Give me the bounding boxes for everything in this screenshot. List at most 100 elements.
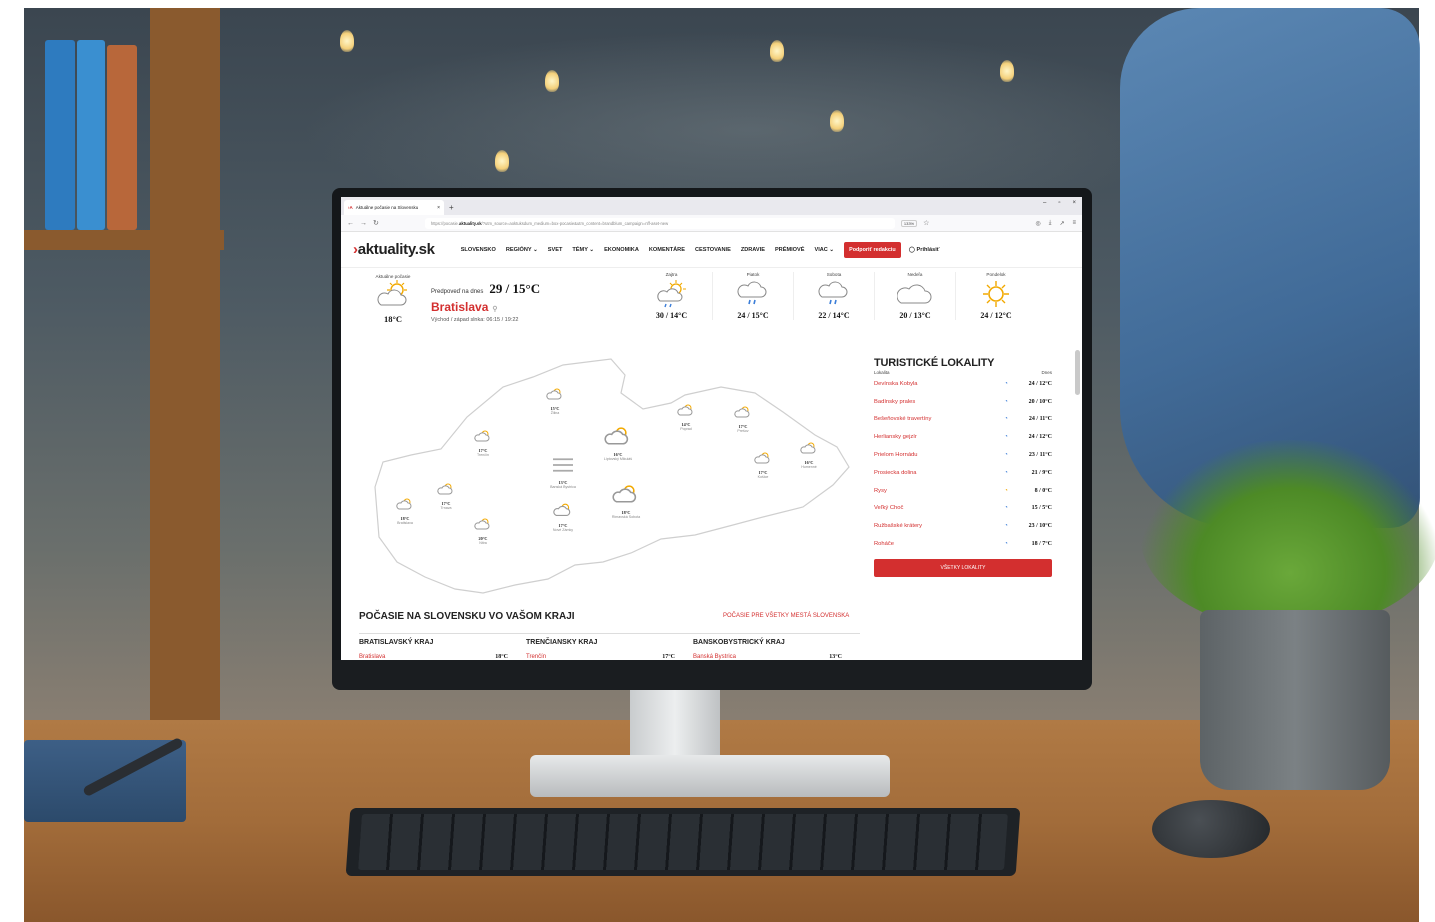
region-city[interactable]: Trenčín bbox=[526, 654, 546, 660]
map-city[interactable]: 18°C Rimavská Sobota bbox=[612, 483, 640, 519]
day-forecast[interactable]: Sobota 22 / 14°C bbox=[793, 272, 874, 320]
menu-item[interactable]: KOMENTÁRE bbox=[649, 247, 685, 253]
day-temp: 24 / 15°C bbox=[737, 311, 769, 320]
menu-item[interactable]: EKONOMIKA bbox=[604, 247, 639, 253]
zoom-level[interactable]: 133% bbox=[900, 219, 918, 227]
tourist-row[interactable]: Prosiecka dolina ◔ 21 / 9°C bbox=[874, 464, 1052, 482]
cloud-icon bbox=[897, 284, 932, 304]
tourist-row[interactable]: Herliansky gejzír ◔ 24 / 12°C bbox=[874, 428, 1052, 446]
map-city[interactable]: 14°C Poprad bbox=[677, 403, 695, 431]
city-name[interactable]: Bratislava bbox=[431, 300, 488, 314]
wooden-shelf-post bbox=[150, 8, 220, 728]
map-city[interactable]: 13°C Banská Bystrica bbox=[550, 455, 576, 489]
day-forecast[interactable]: Zajtra 30 / 14°C bbox=[631, 272, 712, 320]
rain-icon: ◔ bbox=[1004, 434, 1008, 441]
minimize-icon[interactable]: – bbox=[1043, 200, 1046, 206]
menu-item[interactable]: SLOVENSKO bbox=[461, 247, 496, 253]
tourist-row[interactable]: Ružbašské krátery ◔ 23 / 10°C bbox=[874, 517, 1052, 535]
monitor-chin bbox=[332, 660, 1092, 690]
all-locations-button[interactable]: VŠETKY LOKALITY bbox=[874, 558, 1052, 577]
sunrise-sunset: Východ / západ slnka: 06:15 / 19:22 bbox=[431, 317, 519, 323]
sun-cloud-icon bbox=[377, 280, 407, 306]
tourist-row[interactable]: Veľký Choč ◔ 15 / 5°C bbox=[874, 500, 1052, 518]
map-city[interactable]: 20°C Nitra bbox=[474, 517, 492, 545]
rain-icon: ◔ bbox=[1004, 380, 1008, 387]
menu-item[interactable]: SVET bbox=[548, 247, 563, 253]
map-city[interactable]: 18°C Bratislava bbox=[396, 497, 414, 525]
browser-tab[interactable]: ›A Aktuálne počasie na Slovensku × bbox=[344, 200, 444, 215]
url-prefix: https://pocasie. bbox=[430, 220, 460, 226]
menu-item[interactable]: PRÉMIOVÉ bbox=[775, 247, 805, 253]
location-pin-icon[interactable]: ⚲ bbox=[492, 306, 497, 313]
favicon-icon: ›A bbox=[348, 205, 353, 210]
map-city[interactable]: 17°C Trenčín bbox=[474, 429, 492, 457]
menu-item[interactable]: VIAC ⌄ bbox=[814, 247, 834, 253]
close-window-icon[interactable]: × bbox=[1072, 200, 1076, 206]
light-bulb bbox=[545, 70, 559, 92]
day-forecast[interactable]: Nedeľa 20 / 13°C bbox=[874, 272, 955, 320]
forecast-temp: 29 / 15°C bbox=[489, 281, 541, 296]
region-city[interactable]: Bratislava bbox=[359, 654, 385, 660]
day-forecast[interactable]: Piatok 24 / 15°C bbox=[712, 272, 793, 320]
menu-icon[interactable]: ≡ bbox=[1072, 220, 1076, 227]
download-icon[interactable]: ⤓ bbox=[1049, 220, 1052, 227]
blue-binder bbox=[45, 40, 75, 230]
user-icon: ◯ bbox=[908, 246, 917, 253]
page-scrollbar[interactable] bbox=[1075, 350, 1080, 395]
rain-icon: ◔ bbox=[1004, 452, 1008, 459]
light-bulb bbox=[340, 30, 354, 52]
day-forecast[interactable]: Pondelok 24 / 12°C bbox=[955, 272, 1036, 320]
tourist-row[interactable]: Rysy ◔ 8 / 0°C bbox=[874, 482, 1052, 500]
all-cities-link[interactable]: POČASIE PRE VŠETKY MESTÁ SLOVENSKA bbox=[723, 613, 849, 619]
rain-icon: ◔ bbox=[1004, 469, 1008, 476]
support-button[interactable]: Podporiť redakciu bbox=[844, 241, 901, 258]
map-city[interactable]: 17°C Nové Zámky bbox=[553, 502, 573, 532]
tourist-row[interactable]: Prielom Hornádu ◔ 23 / 11°C bbox=[874, 446, 1052, 464]
tourist-row[interactable]: Roháče ◔ 18 / 7°C bbox=[874, 535, 1052, 553]
menu-item[interactable]: REGIÓNY ⌄ bbox=[506, 247, 538, 253]
address-bar[interactable]: https://pocasie. aktuality.sk/?utm_source… bbox=[424, 217, 895, 229]
map-city[interactable]: 17°C Košice bbox=[754, 451, 772, 479]
rain-icon: ◔ bbox=[1004, 416, 1008, 423]
map-city[interactable]: 17°C Trnava bbox=[437, 482, 455, 510]
login-link[interactable]: ◯ Prihlásiť bbox=[909, 247, 940, 253]
menu-item[interactable]: CESTOVANIE bbox=[695, 247, 731, 253]
reload-icon[interactable]: ↻ bbox=[373, 219, 379, 227]
mouse bbox=[1152, 800, 1270, 858]
monitor-screen: ›A Aktuálne počasie na Slovensku × + – ▫… bbox=[341, 197, 1082, 660]
tourist-title: TURISTICKÉ LOKALITY bbox=[874, 357, 995, 369]
close-icon[interactable]: × bbox=[437, 205, 440, 211]
map-city[interactable]: 16°C Humenné bbox=[800, 441, 818, 469]
light-bulb bbox=[770, 40, 784, 62]
map-city[interactable]: 15°C Žilina bbox=[546, 387, 564, 415]
cloud-rain-icon bbox=[818, 281, 848, 305]
orange-binder bbox=[107, 45, 137, 230]
bookmark-star-icon[interactable]: ☆ bbox=[923, 219, 929, 227]
site-logo[interactable]: ›aktuality.sk bbox=[353, 241, 435, 258]
region-name: TRENČIANSKY KRAJ bbox=[526, 639, 598, 646]
tourist-row[interactable]: Devínska Kobyla ◔ 24 / 12°C bbox=[874, 375, 1052, 393]
maximize-icon[interactable]: ▫ bbox=[1058, 200, 1060, 206]
back-icon[interactable]: ← bbox=[347, 220, 354, 227]
menu-item[interactable]: ZDRAVIE bbox=[741, 247, 765, 253]
extension-icon[interactable]: ↗ bbox=[1059, 220, 1064, 227]
blue-binder bbox=[77, 40, 105, 230]
new-tab-icon[interactable]: + bbox=[449, 203, 454, 212]
map-city[interactable]: 16°C Liptovský Mikuláš bbox=[604, 425, 632, 461]
menu-item[interactable]: TÉMY ⌄ bbox=[572, 247, 594, 253]
plant-pot bbox=[1200, 610, 1390, 790]
shield-icon[interactable]: ◎ bbox=[1036, 220, 1041, 227]
rain-icon: ◔ bbox=[1004, 541, 1008, 548]
day-temp: 20 / 13°C bbox=[899, 311, 931, 320]
cloud-rain-icon bbox=[737, 281, 767, 305]
current-weather: Aktuálne počasie 18°C bbox=[363, 274, 423, 324]
tourist-row[interactable]: Badínsky prales ◔ 20 / 10°C bbox=[874, 393, 1052, 411]
region-name: BRATISLAVSKÝ KRAJ bbox=[359, 639, 434, 646]
tourist-row[interactable]: Bešeňovské travertíny ◔ 24 / 11°C bbox=[874, 411, 1052, 429]
monitor-stand-base bbox=[530, 755, 890, 797]
map-city[interactable]: 17°C Prešov bbox=[734, 405, 752, 433]
col-today: Dnes bbox=[1041, 370, 1052, 375]
region-city[interactable]: Banská Bystrica bbox=[693, 654, 736, 660]
forward-icon[interactable]: → bbox=[360, 220, 367, 227]
site-header: ›aktuality.sk SLOVENSKO REGIÓNY ⌄ SVET T… bbox=[341, 232, 1082, 268]
